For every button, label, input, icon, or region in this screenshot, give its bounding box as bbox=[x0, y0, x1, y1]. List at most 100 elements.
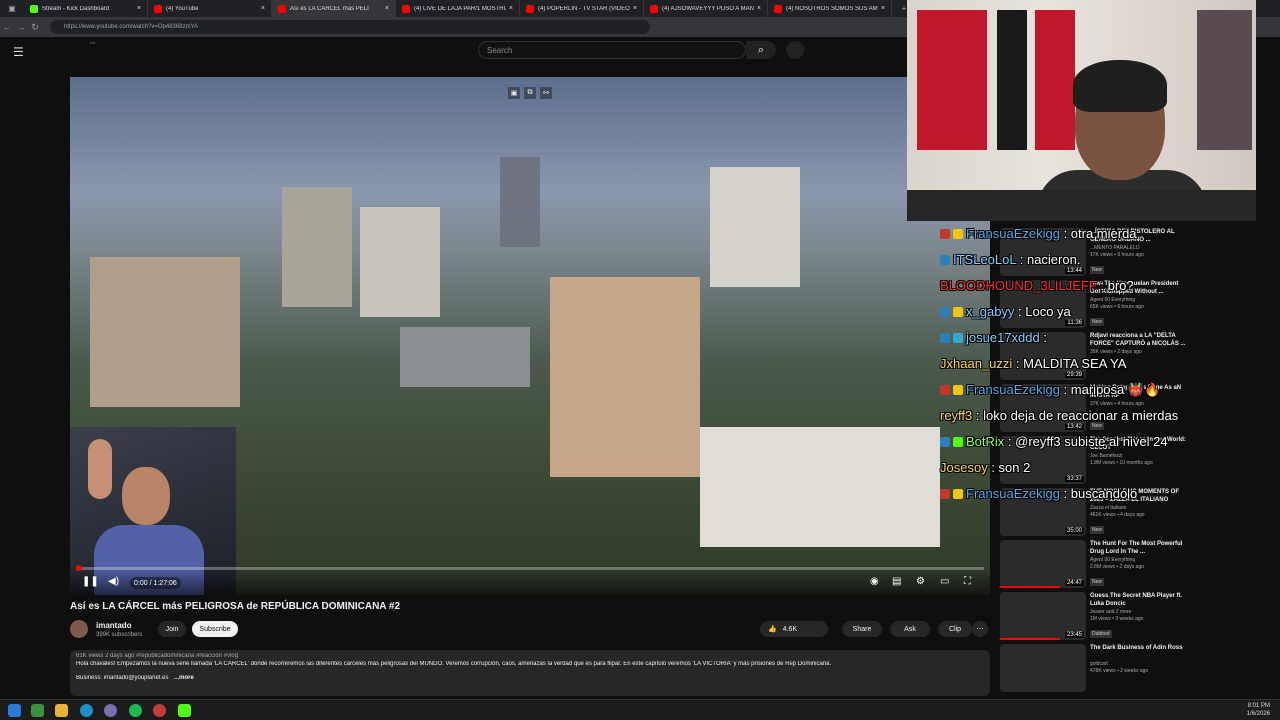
miniplayer-icon[interactable]: ▭ bbox=[940, 576, 949, 587]
recommendation-channel[interactable]: Jesser and 2 more bbox=[1090, 609, 1186, 616]
chat-message: x_gabyy : Loco ya bbox=[940, 304, 1071, 319]
browser-tab[interactable]: (4) LIVE DE LAJA PAR/1 MOSTRO × bbox=[396, 0, 520, 17]
browser-tab[interactable]: Así es LA CÁRCEL más PELI × bbox=[272, 0, 396, 17]
more-actions-icon[interactable]: ⋯ bbox=[972, 621, 988, 637]
forward-icon[interactable]: → bbox=[14, 22, 28, 32]
join-button[interactable]: Join bbox=[158, 621, 186, 637]
recommendation-meta: Jesser and 2 more 1M views • 3 weeks ago bbox=[1090, 609, 1186, 623]
like-button[interactable]: 👍 4.6K bbox=[760, 621, 828, 637]
chat-text: : buscandolo bbox=[1059, 486, 1138, 501]
chat-username[interactable]: reyff3 bbox=[940, 408, 972, 423]
obs-icon[interactable] bbox=[153, 704, 166, 717]
chat-message: FransuaEzekigg : buscandolo bbox=[940, 486, 1137, 501]
channel-name[interactable]: imantado bbox=[96, 621, 132, 630]
clip-button[interactable]: Clip bbox=[938, 621, 972, 637]
browser-tab[interactable]: Stream - Kick Dashboard × bbox=[24, 0, 148, 17]
chat-message: ITSLeoLoL : nacieron. bbox=[940, 252, 1080, 267]
reload-icon[interactable]: ↻ bbox=[28, 22, 42, 33]
menu-icon[interactable]: ☰ bbox=[13, 45, 24, 59]
tab-favicon-icon bbox=[402, 4, 410, 13]
fullscreen-icon[interactable]: ⛶ bbox=[964, 576, 971, 587]
description-box[interactable]: 61K views 2 days ago #republicadominican… bbox=[70, 650, 990, 696]
recommendation-item[interactable]: 23:45 Guess The Secret NBA Player ft. Luk… bbox=[1000, 592, 1270, 646]
search-icon[interactable]: ⌕ bbox=[746, 41, 776, 59]
windows-taskbar: 8:01 PM 1/6/2026 bbox=[0, 699, 1280, 720]
chat-username[interactable]: josue17xddd bbox=[966, 330, 1040, 345]
app-icon[interactable] bbox=[31, 704, 44, 717]
edge-icon[interactable] bbox=[80, 704, 93, 717]
browser-tab[interactable]: (4) NOSOTROS SOMOS SUS AMI × bbox=[768, 0, 892, 17]
recommendation-title[interactable]: Guess The Secret NBA Player ft. Luka Don… bbox=[1090, 592, 1186, 608]
chat-username[interactable]: ITSLeoLoL bbox=[953, 252, 1016, 267]
progress-bar[interactable] bbox=[76, 565, 984, 571]
webcam-beanie bbox=[1073, 60, 1167, 112]
tab-close-icon[interactable]: × bbox=[261, 5, 265, 12]
recommendation-title[interactable]: The Hunt For The Most Powerful Drug Lord… bbox=[1090, 540, 1186, 556]
share-button[interactable]: Share bbox=[842, 621, 882, 637]
chat-username[interactable]: FransuaEzekigg bbox=[966, 226, 1060, 241]
tab-close-icon[interactable]: × bbox=[633, 5, 637, 12]
tab-close-icon[interactable]: × bbox=[881, 5, 885, 12]
chat-text: : mariposa 👹🔥 bbox=[1059, 382, 1161, 397]
chat-badge-icon bbox=[953, 307, 963, 317]
browser-tab[interactable]: (4) YouTube × bbox=[148, 0, 272, 17]
copy-icon[interactable]: ⧉ bbox=[524, 87, 536, 99]
recommendation-title[interactable]: The Dark Business of Adin Ross bbox=[1090, 644, 1186, 652]
scene-building bbox=[90, 257, 240, 407]
subscribe-button[interactable]: Subscribe bbox=[192, 621, 238, 637]
video-player[interactable]: ▣ ⧉ ⚯ ❚❚ ◀) 0:00 / 1:27:06 ◉ ▤ ⚙ ▭ ⛶ bbox=[70, 77, 990, 595]
facecam-head bbox=[122, 467, 170, 525]
recommendation-item[interactable]: The Dark Business of Adin Ross goldcart 47… bbox=[1000, 644, 1270, 698]
system-clock[interactable]: 8:01 PM 1/6/2026 bbox=[1247, 702, 1270, 718]
file-explorer-icon[interactable] bbox=[55, 704, 68, 717]
tab-close-icon[interactable]: × bbox=[509, 5, 513, 12]
chat-username[interactable]: BLOODHOUND_3LILJEFF bbox=[940, 278, 1097, 293]
progress-scrubber[interactable] bbox=[76, 565, 82, 571]
voice-search-icon[interactable] bbox=[786, 41, 804, 59]
chat-username[interactable]: FransuaEzekigg bbox=[966, 382, 1060, 397]
scene-building bbox=[400, 327, 530, 387]
channel-avatar[interactable] bbox=[70, 620, 88, 638]
screenshot-icon[interactable]: ▣ bbox=[508, 87, 520, 99]
autoplay-toggle[interactable]: ◉ bbox=[870, 576, 879, 587]
captions-icon[interactable]: ▤ bbox=[892, 576, 901, 587]
chat-username[interactable]: Josesoy bbox=[940, 460, 988, 475]
kick-icon[interactable] bbox=[178, 704, 191, 717]
youtube-logo[interactable]: ▫▫ bbox=[90, 40, 95, 47]
browser-tab[interactable]: (4) AJSOWAVEYYY PUSO A MAN × bbox=[644, 0, 768, 17]
volume-icon[interactable]: ◀) bbox=[108, 576, 119, 587]
webcam-desk bbox=[907, 190, 1256, 221]
chat-username[interactable]: FransuaEzekigg bbox=[966, 486, 1060, 501]
start-icon[interactable] bbox=[8, 704, 21, 717]
chat-badge-icon bbox=[953, 229, 963, 239]
description-more[interactable]: ...more bbox=[174, 675, 194, 681]
app-icon[interactable] bbox=[104, 704, 117, 717]
recommendation-thumbnail[interactable]: 23:45 bbox=[1000, 592, 1086, 640]
chat-username[interactable]: x_gabyy bbox=[966, 304, 1014, 319]
recommendation-meta: goldcart 478K views • 2 weeks ago bbox=[1090, 661, 1186, 675]
pause-icon[interactable]: ❚❚ bbox=[82, 576, 99, 587]
spotify-icon[interactable] bbox=[129, 704, 142, 717]
recommendation-channel[interactable]: Agent 00 Everything bbox=[1090, 557, 1186, 564]
link-icon[interactable]: ⚯ bbox=[540, 87, 552, 99]
recommendation-item[interactable]: 24:47 The Hunt For The Most Powerful Drug… bbox=[1000, 540, 1270, 594]
ask-button[interactable]: Ask bbox=[890, 621, 930, 637]
tab-close-icon[interactable]: × bbox=[385, 5, 389, 12]
webcam-clothes-rack bbox=[1197, 10, 1252, 150]
chat-username[interactable]: Jxhaan_uzzi bbox=[940, 356, 1012, 371]
settings-icon[interactable]: ⚙ bbox=[916, 576, 925, 587]
back-icon[interactable]: ← bbox=[0, 22, 14, 32]
recommendation-badge: New bbox=[1090, 578, 1105, 586]
tab-menu-icon[interactable]: ▣ bbox=[6, 3, 18, 15]
url-field[interactable]: https://www.youtube.com/watch?v=Op48368z… bbox=[50, 20, 650, 34]
tab-close-icon[interactable]: × bbox=[757, 5, 761, 12]
clock-time: 8:01 PM bbox=[1247, 703, 1270, 709]
recommendation-channel[interactable]: goldcart bbox=[1090, 661, 1186, 668]
search-input[interactable]: Search bbox=[478, 41, 746, 59]
tab-close-icon[interactable]: × bbox=[137, 5, 141, 12]
chat-username[interactable]: BotRix bbox=[966, 434, 1004, 449]
browser-tab[interactable]: (4) POPERLIN - TV STAR (VIDEO × bbox=[520, 0, 644, 17]
recommendation-thumbnail[interactable]: 24:47 bbox=[1000, 540, 1086, 588]
tab-favicon-icon bbox=[30, 4, 38, 13]
recommendation-thumbnail[interactable] bbox=[1000, 644, 1086, 692]
